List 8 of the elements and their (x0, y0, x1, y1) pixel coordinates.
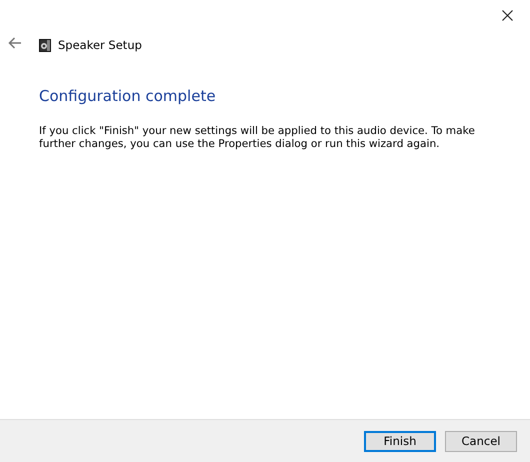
dialog-button[interactable]: Cancel (445, 430, 517, 452)
close-icon (502, 10, 512, 20)
message-text: If you click "Finish" your new settings will be applied to this audio device. To make further changes, you can use the Properties dialog or run this wizard again. (39, 125, 476, 151)
window-title: Speaker Setup (58, 38, 142, 52)
dialog-button[interactable]: Finish (364, 430, 436, 452)
speaker-icon (39, 38, 51, 52)
page-heading: Configuration complete (39, 87, 217, 105)
back-arrow-icon (8, 37, 22, 49)
